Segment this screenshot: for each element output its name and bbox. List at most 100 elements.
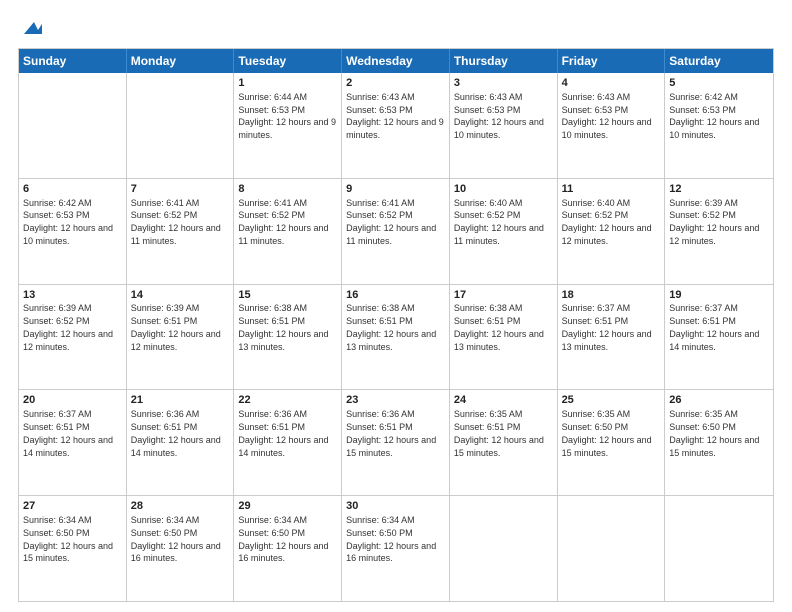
- calendar-cell: 6Sunrise: 6:42 AM Sunset: 6:53 PM Daylig…: [19, 179, 127, 284]
- calendar-cell: [19, 73, 127, 178]
- calendar-cell: 14Sunrise: 6:39 AM Sunset: 6:51 PM Dayli…: [127, 285, 235, 390]
- calendar-row: 6Sunrise: 6:42 AM Sunset: 6:53 PM Daylig…: [19, 178, 773, 284]
- day-number: 4: [562, 76, 661, 91]
- calendar-cell: 26Sunrise: 6:35 AM Sunset: 6:50 PM Dayli…: [665, 390, 773, 495]
- calendar-row: 13Sunrise: 6:39 AM Sunset: 6:52 PM Dayli…: [19, 284, 773, 390]
- calendar-cell: 8Sunrise: 6:41 AM Sunset: 6:52 PM Daylig…: [234, 179, 342, 284]
- calendar-cell: [665, 496, 773, 601]
- day-number: 17: [454, 288, 553, 303]
- cell-daylight-info: Sunrise: 6:38 AM Sunset: 6:51 PM Dayligh…: [454, 303, 544, 351]
- day-number: 8: [238, 182, 337, 197]
- calendar-cell: 18Sunrise: 6:37 AM Sunset: 6:51 PM Dayli…: [558, 285, 666, 390]
- cell-daylight-info: Sunrise: 6:39 AM Sunset: 6:51 PM Dayligh…: [131, 303, 221, 351]
- calendar-header-cell: Thursday: [450, 49, 558, 73]
- calendar-cell: 21Sunrise: 6:36 AM Sunset: 6:51 PM Dayli…: [127, 390, 235, 495]
- cell-daylight-info: Sunrise: 6:39 AM Sunset: 6:52 PM Dayligh…: [23, 303, 113, 351]
- cell-daylight-info: Sunrise: 6:38 AM Sunset: 6:51 PM Dayligh…: [238, 303, 328, 351]
- day-number: 6: [23, 182, 122, 197]
- calendar-row: 27Sunrise: 6:34 AM Sunset: 6:50 PM Dayli…: [19, 495, 773, 601]
- calendar-cell: [558, 496, 666, 601]
- calendar-cell: 7Sunrise: 6:41 AM Sunset: 6:52 PM Daylig…: [127, 179, 235, 284]
- calendar: SundayMondayTuesdayWednesdayThursdayFrid…: [18, 48, 774, 602]
- logo: [18, 18, 42, 38]
- day-number: 12: [669, 182, 769, 197]
- cell-daylight-info: Sunrise: 6:35 AM Sunset: 6:51 PM Dayligh…: [454, 409, 544, 457]
- day-number: 11: [562, 182, 661, 197]
- cell-daylight-info: Sunrise: 6:42 AM Sunset: 6:53 PM Dayligh…: [23, 198, 113, 246]
- cell-daylight-info: Sunrise: 6:34 AM Sunset: 6:50 PM Dayligh…: [131, 515, 221, 563]
- cell-daylight-info: Sunrise: 6:39 AM Sunset: 6:52 PM Dayligh…: [669, 198, 759, 246]
- day-number: 10: [454, 182, 553, 197]
- calendar-cell: 11Sunrise: 6:40 AM Sunset: 6:52 PM Dayli…: [558, 179, 666, 284]
- day-number: 29: [238, 499, 337, 514]
- day-number: 2: [346, 76, 445, 91]
- day-number: 26: [669, 393, 769, 408]
- day-number: 5: [669, 76, 769, 91]
- cell-daylight-info: Sunrise: 6:41 AM Sunset: 6:52 PM Dayligh…: [131, 198, 221, 246]
- calendar-cell: [450, 496, 558, 601]
- calendar-cell: 16Sunrise: 6:38 AM Sunset: 6:51 PM Dayli…: [342, 285, 450, 390]
- page: SundayMondayTuesdayWednesdayThursdayFrid…: [0, 0, 792, 612]
- day-number: 3: [454, 76, 553, 91]
- cell-daylight-info: Sunrise: 6:36 AM Sunset: 6:51 PM Dayligh…: [238, 409, 328, 457]
- calendar-cell: 10Sunrise: 6:40 AM Sunset: 6:52 PM Dayli…: [450, 179, 558, 284]
- day-number: 30: [346, 499, 445, 514]
- calendar-cell: 5Sunrise: 6:42 AM Sunset: 6:53 PM Daylig…: [665, 73, 773, 178]
- day-number: 14: [131, 288, 230, 303]
- calendar-cell: 3Sunrise: 6:43 AM Sunset: 6:53 PM Daylig…: [450, 73, 558, 178]
- cell-daylight-info: Sunrise: 6:34 AM Sunset: 6:50 PM Dayligh…: [23, 515, 113, 563]
- day-number: 7: [131, 182, 230, 197]
- calendar-cell: 15Sunrise: 6:38 AM Sunset: 6:51 PM Dayli…: [234, 285, 342, 390]
- day-number: 9: [346, 182, 445, 197]
- cell-daylight-info: Sunrise: 6:40 AM Sunset: 6:52 PM Dayligh…: [454, 198, 544, 246]
- day-number: 27: [23, 499, 122, 514]
- calendar-header-cell: Monday: [127, 49, 235, 73]
- cell-daylight-info: Sunrise: 6:35 AM Sunset: 6:50 PM Dayligh…: [562, 409, 652, 457]
- cell-daylight-info: Sunrise: 6:37 AM Sunset: 6:51 PM Dayligh…: [562, 303, 652, 351]
- day-number: 20: [23, 393, 122, 408]
- day-number: 13: [23, 288, 122, 303]
- calendar-cell: 25Sunrise: 6:35 AM Sunset: 6:50 PM Dayli…: [558, 390, 666, 495]
- cell-daylight-info: Sunrise: 6:38 AM Sunset: 6:51 PM Dayligh…: [346, 303, 436, 351]
- calendar-header-cell: Friday: [558, 49, 666, 73]
- day-number: 21: [131, 393, 230, 408]
- calendar-cell: 30Sunrise: 6:34 AM Sunset: 6:50 PM Dayli…: [342, 496, 450, 601]
- calendar-row: 1Sunrise: 6:44 AM Sunset: 6:53 PM Daylig…: [19, 73, 773, 178]
- calendar-cell: 24Sunrise: 6:35 AM Sunset: 6:51 PM Dayli…: [450, 390, 558, 495]
- logo-icon: [20, 16, 42, 38]
- calendar-cell: 27Sunrise: 6:34 AM Sunset: 6:50 PM Dayli…: [19, 496, 127, 601]
- calendar-cell: 12Sunrise: 6:39 AM Sunset: 6:52 PM Dayli…: [665, 179, 773, 284]
- day-number: 28: [131, 499, 230, 514]
- calendar-cell: 13Sunrise: 6:39 AM Sunset: 6:52 PM Dayli…: [19, 285, 127, 390]
- cell-daylight-info: Sunrise: 6:43 AM Sunset: 6:53 PM Dayligh…: [454, 92, 544, 140]
- calendar-header-cell: Sunday: [19, 49, 127, 73]
- day-number: 25: [562, 393, 661, 408]
- calendar-row: 20Sunrise: 6:37 AM Sunset: 6:51 PM Dayli…: [19, 389, 773, 495]
- day-number: 16: [346, 288, 445, 303]
- calendar-cell: 17Sunrise: 6:38 AM Sunset: 6:51 PM Dayli…: [450, 285, 558, 390]
- calendar-header-cell: Tuesday: [234, 49, 342, 73]
- calendar-body: 1Sunrise: 6:44 AM Sunset: 6:53 PM Daylig…: [19, 73, 773, 601]
- calendar-cell: 9Sunrise: 6:41 AM Sunset: 6:52 PM Daylig…: [342, 179, 450, 284]
- calendar-cell: 19Sunrise: 6:37 AM Sunset: 6:51 PM Dayli…: [665, 285, 773, 390]
- cell-daylight-info: Sunrise: 6:37 AM Sunset: 6:51 PM Dayligh…: [669, 303, 759, 351]
- header: [18, 18, 774, 38]
- calendar-cell: 29Sunrise: 6:34 AM Sunset: 6:50 PM Dayli…: [234, 496, 342, 601]
- calendar-header-cell: Saturday: [665, 49, 773, 73]
- cell-daylight-info: Sunrise: 6:41 AM Sunset: 6:52 PM Dayligh…: [238, 198, 328, 246]
- day-number: 22: [238, 393, 337, 408]
- calendar-cell: 22Sunrise: 6:36 AM Sunset: 6:51 PM Dayli…: [234, 390, 342, 495]
- calendar-cell: 20Sunrise: 6:37 AM Sunset: 6:51 PM Dayli…: [19, 390, 127, 495]
- day-number: 15: [238, 288, 337, 303]
- cell-daylight-info: Sunrise: 6:36 AM Sunset: 6:51 PM Dayligh…: [346, 409, 436, 457]
- calendar-cell: 23Sunrise: 6:36 AM Sunset: 6:51 PM Dayli…: [342, 390, 450, 495]
- day-number: 19: [669, 288, 769, 303]
- calendar-cell: 4Sunrise: 6:43 AM Sunset: 6:53 PM Daylig…: [558, 73, 666, 178]
- calendar-cell: 1Sunrise: 6:44 AM Sunset: 6:53 PM Daylig…: [234, 73, 342, 178]
- cell-daylight-info: Sunrise: 6:44 AM Sunset: 6:53 PM Dayligh…: [238, 92, 336, 140]
- cell-daylight-info: Sunrise: 6:36 AM Sunset: 6:51 PM Dayligh…: [131, 409, 221, 457]
- cell-daylight-info: Sunrise: 6:42 AM Sunset: 6:53 PM Dayligh…: [669, 92, 759, 140]
- cell-daylight-info: Sunrise: 6:43 AM Sunset: 6:53 PM Dayligh…: [562, 92, 652, 140]
- day-number: 23: [346, 393, 445, 408]
- calendar-header-cell: Wednesday: [342, 49, 450, 73]
